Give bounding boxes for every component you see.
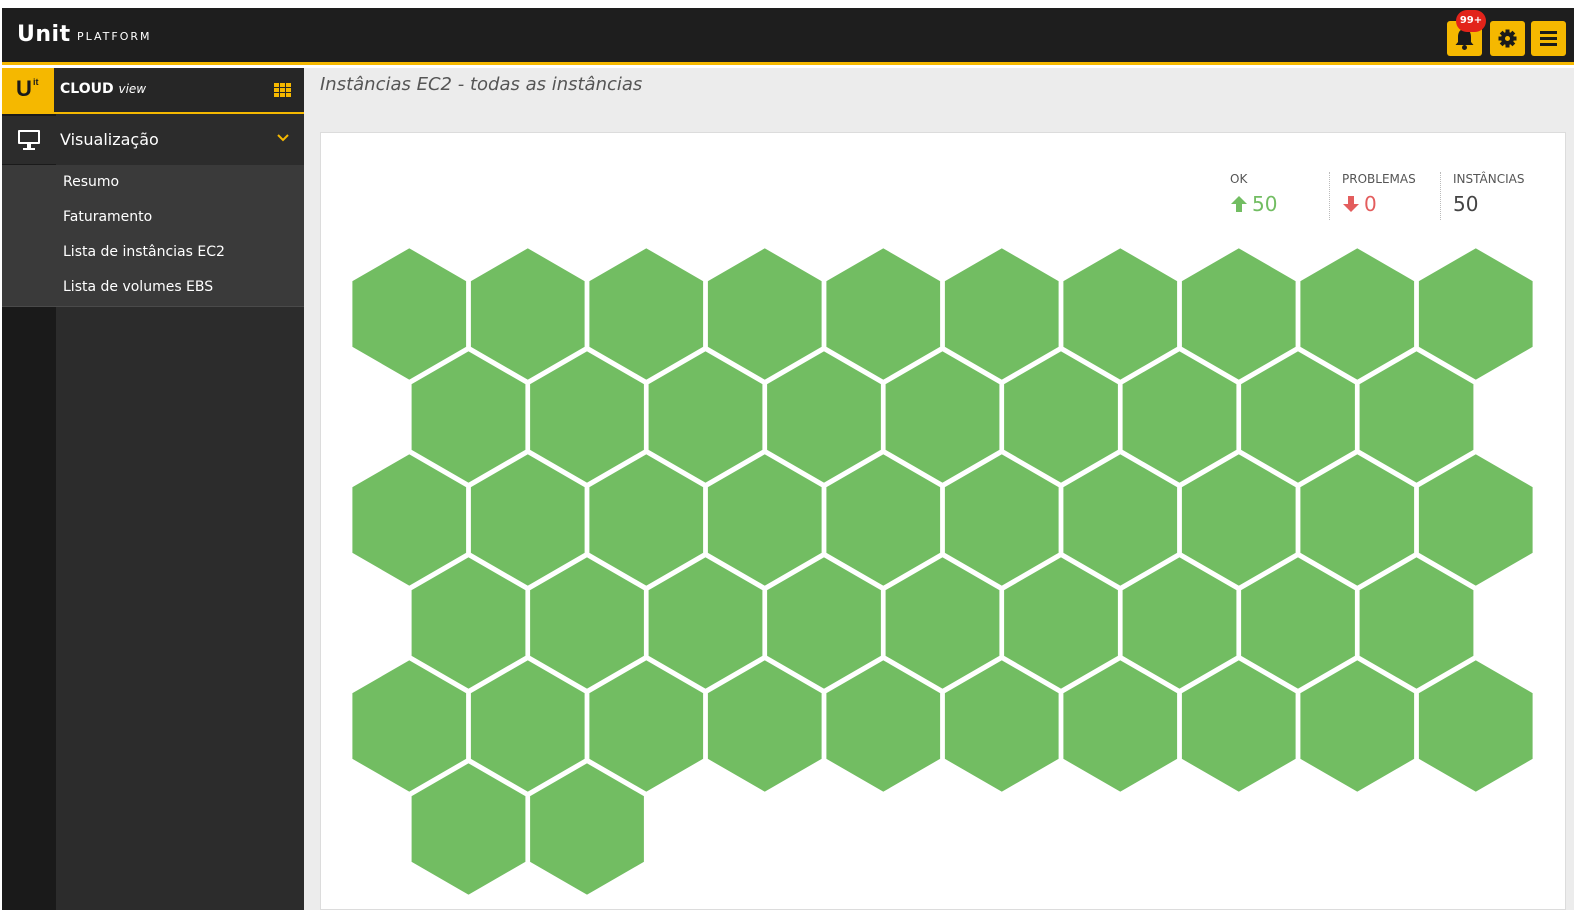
monitor-icon bbox=[18, 130, 40, 150]
stat-instances-value-row: 50 bbox=[1453, 192, 1524, 216]
stat-instances-value: 50 bbox=[1453, 192, 1479, 216]
notification-badge: 99+ bbox=[1456, 10, 1486, 32]
stat-problems: PROBLEMAS 0 bbox=[1329, 172, 1416, 220]
hamburger-icon bbox=[1540, 31, 1557, 46]
sidebar-section-label: Visualização bbox=[60, 130, 159, 149]
sidebar-item-resumo[interactable]: Resumo bbox=[63, 174, 119, 190]
stat-instances-label: INSTÂNCIAS bbox=[1453, 172, 1525, 186]
brand-letter: U bbox=[16, 76, 32, 101]
page-title: Instâncias EC2 - todas as instâncias bbox=[320, 74, 643, 95]
brand-subtitle: view bbox=[118, 82, 147, 96]
stat-ok-label: OK bbox=[1230, 172, 1248, 186]
sidebar-brand[interactable]: U it CLOUD view bbox=[2, 68, 304, 114]
brand-title-text: CLOUD bbox=[60, 81, 114, 97]
top-bar: Unit PLATFORM bbox=[2, 8, 1574, 65]
stat-problems-label: PROBLEMAS bbox=[1342, 172, 1416, 186]
brand-logo: U it bbox=[2, 68, 54, 112]
chevron-down-icon bbox=[277, 134, 289, 142]
sidebar-submenu: Resumo Faturamento Lista de instâncias E… bbox=[2, 165, 304, 307]
app-logo-subtitle: PLATFORM bbox=[77, 30, 152, 43]
stat-ok-value-row: 50 bbox=[1230, 192, 1277, 216]
stat-ok-value: 50 bbox=[1252, 192, 1278, 216]
grid-icon[interactable] bbox=[274, 83, 292, 97]
main-menu-button[interactable] bbox=[1531, 21, 1566, 56]
sidebar-item-faturamento[interactable]: Faturamento bbox=[63, 209, 152, 225]
stat-problems-value: 0 bbox=[1364, 192, 1377, 216]
stat-problems-value-row: 0 bbox=[1342, 192, 1416, 216]
sidebar-item-ec2-list[interactable]: Lista de instâncias EC2 bbox=[63, 244, 225, 260]
sidebar-item-ebs-list[interactable]: Lista de volumes EBS bbox=[63, 279, 213, 295]
brand-sup: it bbox=[33, 77, 39, 87]
sidebar-section-visualizacao[interactable]: Visualização bbox=[2, 116, 304, 164]
stat-instances: INSTÂNCIAS 50 bbox=[1440, 172, 1524, 220]
arrow-up-icon bbox=[1231, 196, 1247, 212]
settings-button[interactable] bbox=[1490, 21, 1525, 56]
instances-hex-map bbox=[348, 243, 1537, 900]
gear-icon bbox=[1498, 29, 1517, 48]
app-logo[interactable]: Unit bbox=[17, 22, 71, 47]
arrow-down-icon bbox=[1343, 196, 1359, 212]
brand-title: CLOUD view bbox=[60, 81, 146, 97]
stat-ok: OK 50 bbox=[1230, 172, 1277, 216]
